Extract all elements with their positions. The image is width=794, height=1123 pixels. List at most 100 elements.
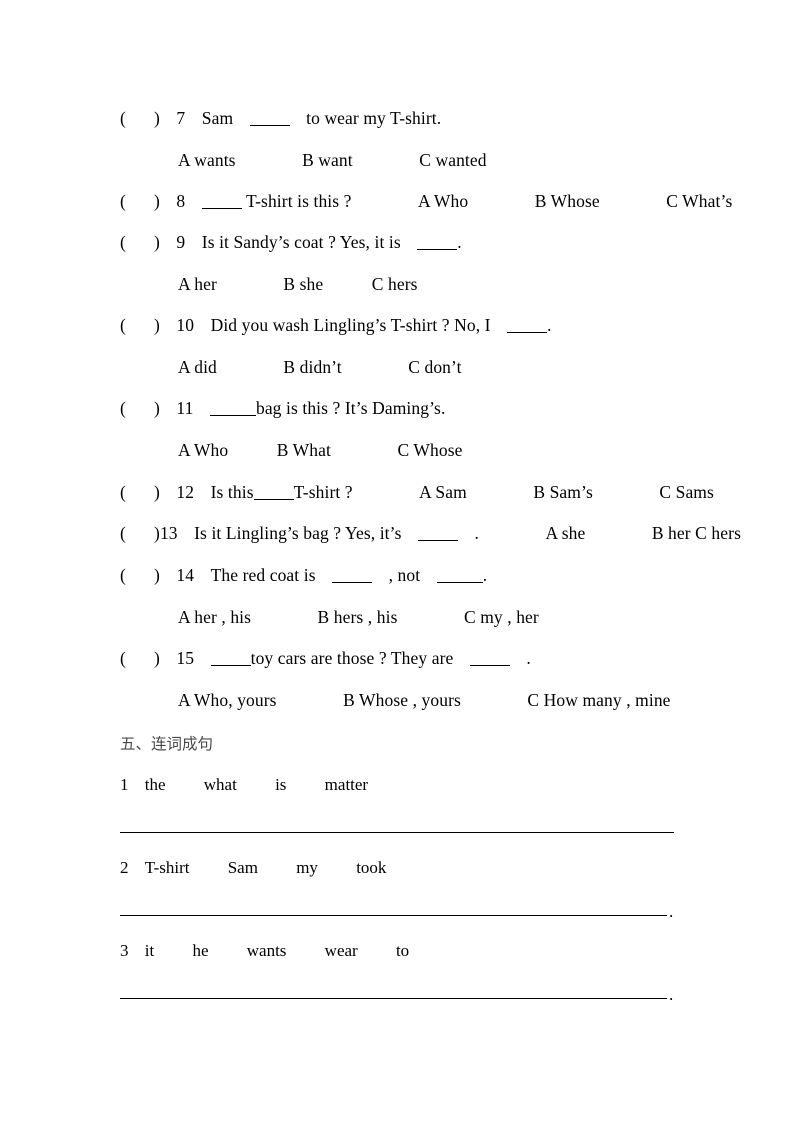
bracket-open: ( [120,565,126,585]
word: to [395,941,410,960]
answer-bracket[interactable]: ( [120,398,154,418]
word: wear [324,941,358,960]
option-a[interactable]: A Who [418,191,468,211]
option-b[interactable]: B Sam’s [533,482,593,502]
bracket-close: ) [154,232,160,252]
bracket-open: ( [120,648,126,668]
fill-blank[interactable] [201,208,242,209]
answer-bracket[interactable]: ( [120,523,154,543]
question-stem-after: . [547,315,552,335]
bracket-close: ) [154,191,160,211]
question-number: 13 [159,523,178,543]
option-a[interactable]: A Who [178,440,228,460]
question-stem-after: T-shirt ? [293,482,353,502]
option-c[interactable]: C my , her [464,607,539,627]
fill-blank[interactable] [249,125,290,126]
worksheet-page: ( ) 7 Sam to wear my T-shirt. A wants B … [0,0,794,1123]
word-order-item-3: 3 it he wants wear to [120,941,409,961]
bracket-open: ( [120,191,126,211]
question-row-7: ( ) 7 Sam to wear my T-shirt. [120,108,441,128]
fill-blank[interactable] [253,499,294,500]
answer-bracket[interactable]: ( [120,191,154,211]
question-stem-after: bag is this ? It’s Daming’s. [255,398,446,418]
fill-blank-1[interactable] [332,582,373,583]
question-number: 12 [176,482,195,502]
answer-line-2-period: . [669,902,674,921]
option-c[interactable]: C don’t [408,357,461,377]
option-c[interactable]: C Sams [659,482,714,502]
answer-bracket[interactable]: ( [120,648,154,668]
answer-bracket[interactable]: ( [120,108,154,128]
answer-bracket[interactable]: ( [120,315,154,335]
question-stem-before: Is it Lingling’s bag ? Yes, it’s [194,523,402,543]
fill-blank-1[interactable] [210,665,251,666]
option-b[interactable]: B hers , his [318,607,398,627]
option-b[interactable]: B she [283,274,323,294]
fill-blank-2[interactable] [436,582,483,583]
answer-line-3-period: . [669,985,674,1004]
item-number: 2 [120,858,129,877]
option-row-7: A wants B want C wanted [178,150,487,170]
question-number: 15 [176,648,195,668]
question-stem-after: . [482,565,488,585]
option-a[interactable]: A she [545,523,585,543]
option-c[interactable]: C Whose [397,440,462,460]
option-b[interactable]: B didn’t [283,357,341,377]
fill-blank[interactable] [418,540,458,541]
item-number: 3 [120,941,129,960]
bracket-open: ( [120,108,126,128]
question-row-9: ( ) 9 Is it Sandy’s coat ? Yes, it is . [120,232,462,252]
word: T-shirt [144,858,190,877]
question-number: 10 [176,315,195,335]
option-b[interactable]: B Whose , yours [343,690,461,710]
word-order-item-2: 2 T-shirt Sam my took [120,858,386,878]
question-stem-after: T-shirt is this ? [245,191,352,211]
option-a[interactable]: A Who, yours [178,690,277,710]
option-row-14: A her , his B hers , his C my , her [178,607,539,627]
fill-blank-2[interactable] [469,665,510,666]
option-c[interactable]: C What’s [666,191,732,211]
option-a[interactable]: A wants [178,150,236,170]
fill-blank[interactable] [507,332,548,333]
bracket-close: ) [154,315,160,335]
question-stem-mid: toy cars are those ? They are [250,648,454,668]
option-a[interactable]: A her , his [178,607,251,627]
answer-bracket[interactable]: ( [120,232,154,252]
option-b[interactable]: B What [277,440,331,460]
answer-bracket[interactable]: ( [120,482,154,502]
option-a[interactable]: A did [178,357,217,377]
answer-line-1[interactable] [120,832,674,833]
option-a[interactable]: A Sam [419,482,467,502]
word-order-item-1: 1 the what is matter [120,775,368,795]
question-stem-before: Is it Sandy’s coat ? Yes, it is [201,232,401,252]
word: matter [324,775,369,794]
question-stem-after: . [457,232,462,252]
question-number: 8 [176,191,186,211]
word: wants [246,941,287,960]
fill-blank[interactable] [209,415,256,416]
option-c[interactable]: C wanted [419,150,486,170]
bracket-close: ) [154,108,160,128]
answer-line-2[interactable] [120,915,667,916]
fill-blank[interactable] [417,249,458,250]
option-c[interactable]: C hers [372,274,418,294]
option-c[interactable]: C How many , mine [527,690,670,710]
answer-bracket[interactable]: ( [120,565,154,585]
bracket-open: ( [120,398,126,418]
option-bc[interactable]: B her C hers [652,523,741,543]
word: took [356,858,387,877]
word: is [275,775,287,794]
option-b[interactable]: B Whose [535,191,600,211]
question-row-8: ( ) 8 T-shirt is this ? A Who B Whose C … [120,191,732,211]
option-b[interactable]: B want [302,150,353,170]
question-stem-after: to wear my T-shirt. [306,108,442,128]
option-a[interactable]: A her [178,274,217,294]
answer-line-3[interactable] [120,998,667,999]
question-stem-before: Did you wash Lingling’s T-shirt ? No, I [210,315,491,335]
bracket-open: ( [120,232,126,252]
word: what [203,775,237,794]
question-row-12: ( ) 12 Is this T-shirt ? A Sam B Sam’s C … [120,482,714,502]
item-number: 1 [120,775,129,794]
word: it [144,941,155,960]
question-number: 7 [176,108,186,128]
